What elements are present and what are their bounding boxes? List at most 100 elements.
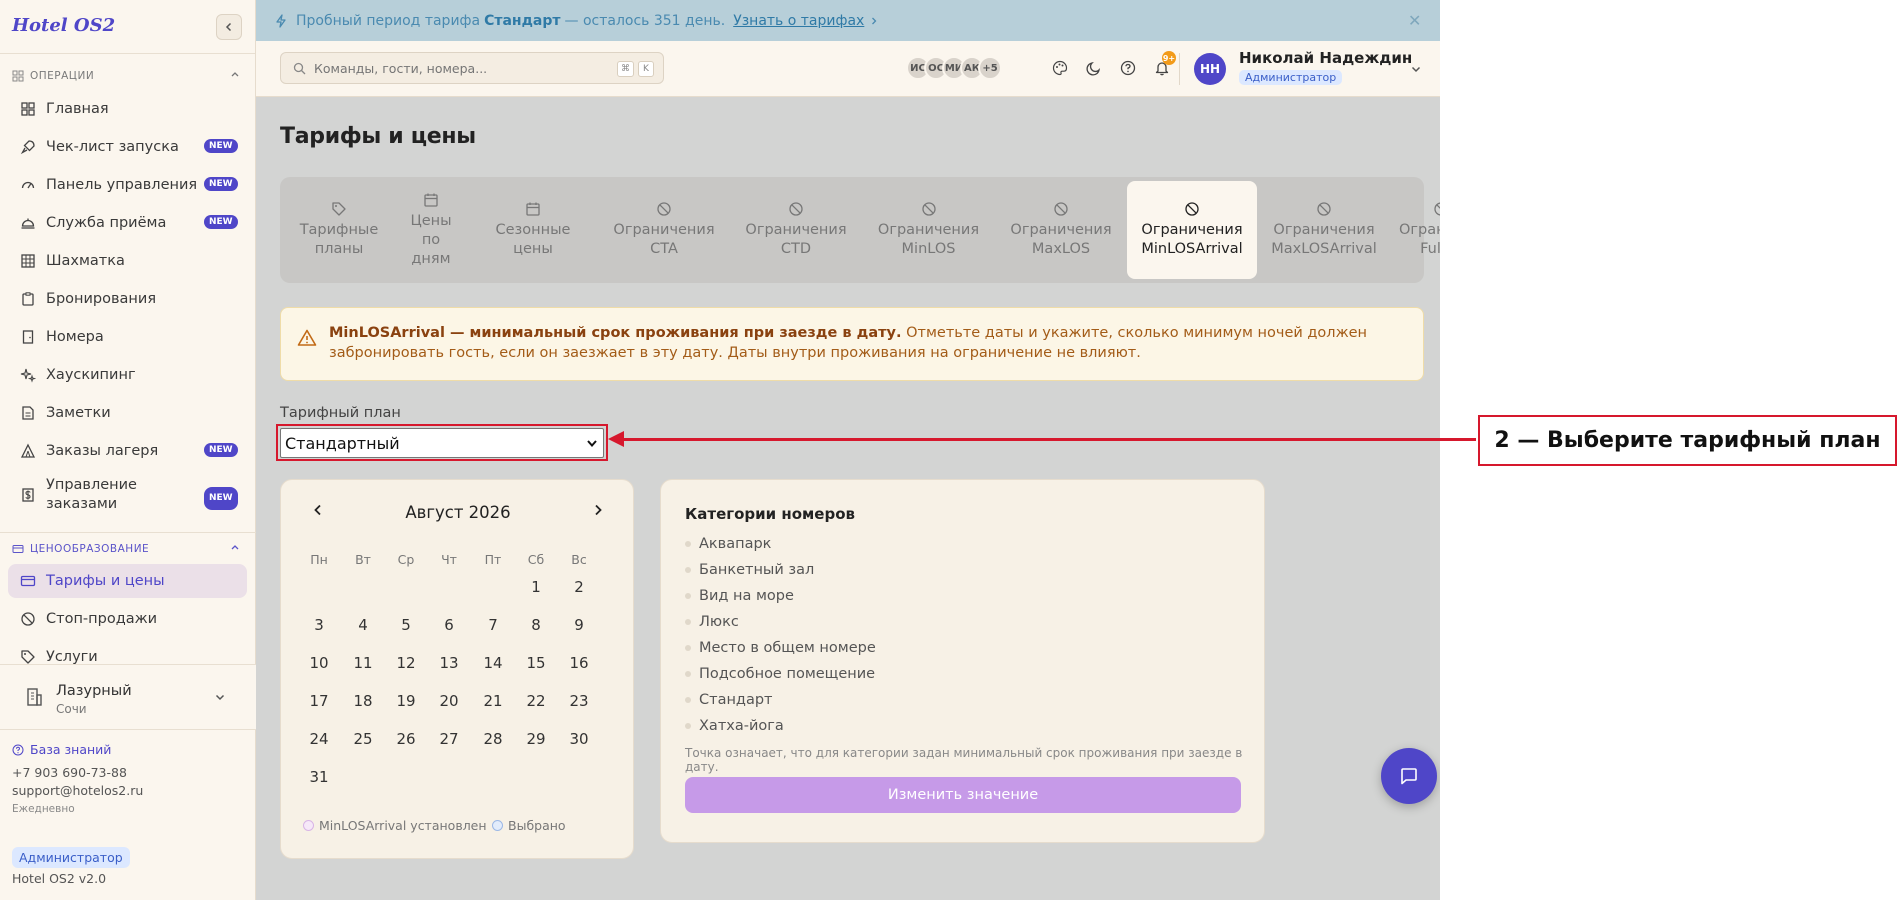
sidebar-item[interactable]: Хаускипинг bbox=[8, 358, 247, 392]
next-month-button[interactable] bbox=[591, 502, 605, 521]
ban-icon bbox=[789, 202, 803, 216]
theme-toggle-button[interactable] bbox=[1081, 55, 1107, 81]
calendar-day[interactable]: 12 bbox=[386, 648, 426, 678]
support-hours: Ежедневно bbox=[12, 803, 75, 815]
tab[interactable]: Сезонные цены bbox=[468, 181, 598, 279]
calendar-day[interactable]: 13 bbox=[429, 648, 469, 678]
online-users[interactable]: ИС ОС МИ АК +5 bbox=[906, 56, 1002, 80]
category-item: Стандарт bbox=[685, 692, 773, 708]
sidebar-item-label: Заказы лагеря bbox=[46, 443, 159, 459]
help-button[interactable] bbox=[1115, 55, 1141, 81]
tab[interactable]: Цены по дням bbox=[394, 181, 468, 279]
sidebar-item[interactable]: Главная bbox=[8, 92, 247, 126]
calendar-day[interactable]: 24 bbox=[299, 724, 339, 754]
app-logo[interactable]: Hotel OS2 bbox=[12, 15, 115, 36]
calendar-day[interactable]: 1 bbox=[516, 572, 556, 602]
tab[interactable]: Тарифные планы bbox=[284, 181, 394, 279]
sidebar-item[interactable]: Чек-лист запуска NEW bbox=[8, 130, 247, 164]
page-title: Тарифы и цены bbox=[280, 124, 476, 149]
calendar-day[interactable]: 15 bbox=[516, 648, 556, 678]
rocket-icon bbox=[20, 140, 35, 155]
knowledge-base-link[interactable]: База знаний bbox=[12, 742, 143, 757]
grid-icon bbox=[12, 70, 24, 82]
sidebar-item[interactable]: Управление заказами NEW bbox=[8, 472, 247, 518]
alert-title: MinLOSArrival — минимальный срок прожива… bbox=[329, 325, 902, 341]
pricing-link[interactable]: Узнать о тарифах bbox=[733, 13, 864, 29]
sidebar-item[interactable]: Тарифы и цены bbox=[8, 564, 247, 598]
calendar-day[interactable]: 31 bbox=[299, 762, 339, 792]
user-name[interactable]: Николай Надеждин bbox=[1239, 49, 1412, 67]
calendar-day[interactable]: 22 bbox=[516, 686, 556, 716]
calendar-day[interactable]: 10 bbox=[299, 648, 339, 678]
calendar-day[interactable]: 8 bbox=[516, 610, 556, 640]
support-phone[interactable]: +7 903 690-73-88 bbox=[12, 764, 143, 782]
calendar-day[interactable]: 29 bbox=[516, 724, 556, 754]
search-input[interactable] bbox=[314, 60, 614, 76]
calendar-day[interactable]: 11 bbox=[343, 648, 383, 678]
calendar-day[interactable]: 26 bbox=[386, 724, 426, 754]
more-users-avatar[interactable]: +5 bbox=[978, 56, 1002, 80]
chat-button[interactable] bbox=[1381, 748, 1437, 804]
calendar-day[interactable]: 23 bbox=[559, 686, 599, 716]
sidebar-item-label: Шахматка bbox=[46, 253, 125, 269]
sidebar-item[interactable]: Стоп-продажи bbox=[8, 602, 247, 636]
tab[interactable]: Ограничения MaxLOSArrival bbox=[1257, 181, 1391, 279]
calendar-day[interactable]: 18 bbox=[343, 686, 383, 716]
tab[interactable]: Ограничения FullPa bbox=[1391, 181, 1440, 279]
calendar-day[interactable]: 3 bbox=[299, 610, 339, 640]
ban-icon bbox=[1434, 202, 1440, 216]
tab[interactable]: Ограничения MaxLOS bbox=[995, 181, 1127, 279]
palette-button[interactable] bbox=[1047, 55, 1073, 81]
calendar-day[interactable]: 9 bbox=[559, 610, 599, 640]
calendar-day[interactable]: 17 bbox=[299, 686, 339, 716]
chevron-down-icon[interactable] bbox=[1410, 63, 1422, 75]
sidebar-item[interactable]: Служба приёма NEW bbox=[8, 206, 247, 240]
support-email[interactable]: support@hotelos2.ru bbox=[12, 782, 143, 800]
calendar-day[interactable]: 21 bbox=[473, 686, 513, 716]
tab[interactable]: Ограничения MinLOSArrival bbox=[1127, 181, 1257, 279]
sidebar-item[interactable]: Шахматка bbox=[8, 244, 247, 278]
calendar-day[interactable]: 27 bbox=[429, 724, 469, 754]
sidebar-item[interactable]: Бронирования bbox=[8, 282, 247, 316]
new-badge: NEW bbox=[204, 215, 238, 229]
calendar-day[interactable]: 19 bbox=[386, 686, 426, 716]
calendar-day[interactable]: 28 bbox=[473, 724, 513, 754]
table-grid-icon bbox=[21, 254, 35, 268]
rate-plan-select[interactable]: Стандартный bbox=[280, 428, 604, 458]
change-value-button[interactable]: Изменить значение bbox=[685, 777, 1241, 813]
calendar-day[interactable]: 20 bbox=[429, 686, 469, 716]
sidebar-item[interactable]: Номера bbox=[8, 320, 247, 354]
sidebar: Hotel OS2 ОПЕРАЦИИ Главная Чек-лист запус… bbox=[0, 0, 256, 900]
pricing-tabs: Тарифные планы Цены по дням Сезонные цены О… bbox=[280, 177, 1440, 283]
property-switcher[interactable]: Лазурный Сочи bbox=[0, 664, 256, 730]
sidebar-item-label: Панель управления bbox=[46, 177, 198, 193]
section-operations[interactable]: ОПЕРАЦИИ bbox=[12, 68, 239, 84]
tab[interactable]: Ограничения CTD bbox=[730, 181, 862, 279]
calendar-day[interactable]: 30 bbox=[559, 724, 599, 754]
gauge-icon bbox=[21, 181, 35, 189]
sidebar-item[interactable]: Панель управления NEW bbox=[8, 168, 247, 202]
divider bbox=[1179, 53, 1180, 85]
sidebar-item[interactable]: Заказы лагеря NEW bbox=[8, 434, 247, 468]
calendar-day[interactable]: 16 bbox=[559, 648, 599, 678]
calendar-day[interactable]: 2 bbox=[559, 572, 599, 602]
tab[interactable]: Ограничения MinLOS bbox=[862, 181, 995, 279]
sidebar-header: Hotel OS2 bbox=[0, 0, 255, 54]
user-avatar[interactable]: НН bbox=[1194, 53, 1226, 85]
calendar-day[interactable]: 25 bbox=[343, 724, 383, 754]
grid-icon bbox=[21, 102, 35, 116]
close-banner-icon[interactable]: ✕ bbox=[1408, 11, 1421, 30]
command-search[interactable]: ⌘ K bbox=[280, 52, 664, 84]
calendar-day[interactable]: 5 bbox=[386, 610, 426, 640]
calendar-day[interactable]: 6 bbox=[429, 610, 469, 640]
property-name: Лазурный bbox=[56, 683, 132, 699]
calendar-month-title: Август 2026 bbox=[405, 503, 511, 522]
calendar-day[interactable]: 14 bbox=[473, 648, 513, 678]
calendar-day[interactable]: 7 bbox=[473, 610, 513, 640]
tab[interactable]: Ограничения CTA bbox=[598, 181, 730, 279]
lightning-icon bbox=[276, 13, 286, 28]
collapse-sidebar-button[interactable] bbox=[216, 14, 242, 40]
sidebar-item[interactable]: Заметки bbox=[8, 396, 247, 430]
section-pricing[interactable]: ЦЕНООБРАЗОВАНИЕ bbox=[12, 541, 239, 557]
calendar-day[interactable]: 4 bbox=[343, 610, 383, 640]
